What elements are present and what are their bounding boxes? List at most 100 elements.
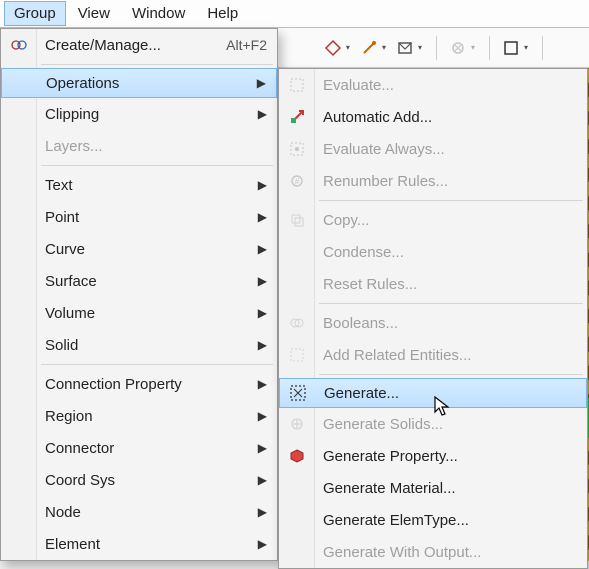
submenu-generate[interactable]: Generate... xyxy=(279,378,587,408)
menu-layers: Layers... xyxy=(1,130,277,162)
menu-group[interactable]: Group xyxy=(4,1,66,26)
chevron-right-icon: ▶ xyxy=(258,107,267,121)
menu-label: Element xyxy=(45,536,250,553)
menu-surface[interactable]: Surface ▶ xyxy=(1,265,277,297)
submenu-generate-elemtype[interactable]: Generate ElemType... xyxy=(279,504,587,536)
menu-create-manage[interactable]: Create/Manage... Alt+F2 xyxy=(1,29,277,61)
operations-submenu-panel: Evaluate... Automatic Add... Evaluate Al… xyxy=(278,68,588,569)
menu-volume[interactable]: Volume ▶ xyxy=(1,297,277,329)
menu-separator xyxy=(319,200,583,201)
submenu-generate-property[interactable]: Generate Property... xyxy=(279,440,587,472)
submenu-generate-material[interactable]: Generate Material... xyxy=(279,472,587,504)
menu-window[interactable]: Window xyxy=(122,1,195,26)
menu-region[interactable]: Region ▶ xyxy=(1,400,277,432)
menu-separator xyxy=(41,64,273,65)
menu-label: Evaluate... xyxy=(323,77,577,94)
chevron-right-icon: ▶ xyxy=(258,409,267,423)
svg-text:#: # xyxy=(295,177,300,186)
menu-separator xyxy=(319,374,583,375)
automatic-add-icon xyxy=(287,107,307,127)
toolbar-icon-1[interactable] xyxy=(322,37,344,59)
menu-text[interactable]: Text ▶ xyxy=(1,169,277,201)
menu-node[interactable]: Node ▶ xyxy=(1,496,277,528)
submenu-condense: Condense... xyxy=(279,236,587,268)
menu-label: Booleans... xyxy=(323,315,577,332)
submenu-automatic-add[interactable]: Automatic Add... xyxy=(279,101,587,133)
menu-coord-sys[interactable]: Coord Sys ▶ xyxy=(1,464,277,496)
menu-point[interactable]: Point ▶ xyxy=(1,201,277,233)
submenu-evaluate: Evaluate... xyxy=(279,69,587,101)
menu-label: Condense... xyxy=(323,244,577,261)
generate-solids-icon xyxy=(287,414,307,434)
evaluate-icon xyxy=(287,75,307,95)
menu-label: Volume xyxy=(45,305,250,322)
menu-label: Solid xyxy=(45,337,250,354)
menu-label: Text xyxy=(45,177,250,194)
submenu-copy: Copy... xyxy=(279,204,587,236)
toolbar-separator xyxy=(436,36,437,60)
toolbar-separator xyxy=(489,36,490,60)
menu-label: Generate... xyxy=(324,385,576,402)
menu-label: Connection Property xyxy=(45,376,250,393)
dropdown-caret-icon[interactable]: ▾ xyxy=(524,43,528,52)
submenu-evaluate-always: Evaluate Always... xyxy=(279,133,587,165)
chevron-right-icon: ▶ xyxy=(258,178,267,192)
add-related-icon xyxy=(287,345,307,365)
menu-label: Generate ElemType... xyxy=(323,512,577,529)
menu-label: Clipping xyxy=(45,106,250,123)
renumber-icon: # xyxy=(287,171,307,191)
menu-solid[interactable]: Solid ▶ xyxy=(1,329,277,361)
submenu-renumber-rules: # Renumber Rules... xyxy=(279,165,587,197)
toolbar-icon-5[interactable] xyxy=(500,37,522,59)
menu-connection-property[interactable]: Connection Property ▶ xyxy=(1,368,277,400)
menu-connector[interactable]: Connector ▶ xyxy=(1,432,277,464)
chevron-right-icon: ▶ xyxy=(258,306,267,320)
menu-separator xyxy=(41,165,273,166)
menu-label: Create/Manage... xyxy=(45,37,226,54)
chevron-right-icon: ▶ xyxy=(258,377,267,391)
menu-element[interactable]: Element ▶ xyxy=(1,528,277,560)
menu-separator xyxy=(319,303,583,304)
menu-view[interactable]: View xyxy=(68,1,120,26)
menu-label: Operations xyxy=(46,75,249,92)
menu-label: Surface xyxy=(45,273,250,290)
menu-help[interactable]: Help xyxy=(197,1,248,26)
dropdown-caret-icon[interactable]: ▾ xyxy=(346,43,350,52)
menu-clipping[interactable]: Clipping ▶ xyxy=(1,98,277,130)
chevron-right-icon: ▶ xyxy=(257,76,266,90)
dropdown-caret-icon[interactable]: ▾ xyxy=(418,43,422,52)
chevron-right-icon: ▶ xyxy=(258,505,267,519)
dropdown-caret-icon[interactable]: ▾ xyxy=(471,43,475,52)
menu-label: Generate With Output... xyxy=(323,544,577,561)
menu-label: Automatic Add... xyxy=(323,109,577,126)
chevron-right-icon: ▶ xyxy=(258,537,267,551)
toolbar-icon-3[interactable] xyxy=(394,37,416,59)
menu-operations[interactable]: Operations ▶ xyxy=(1,68,277,98)
menu-label: Generate Property... xyxy=(323,448,577,465)
toolbar-icon-4[interactable] xyxy=(447,37,469,59)
copy-icon xyxy=(287,210,307,230)
evaluate-always-icon xyxy=(287,139,307,159)
menu-label: Region xyxy=(45,408,250,425)
menu-label: Layers... xyxy=(45,138,267,155)
dropdown-caret-icon[interactable]: ▾ xyxy=(382,43,386,52)
group-menu-panel: Create/Manage... Alt+F2 Operations ▶ Cli… xyxy=(0,28,278,561)
menu-label: Add Related Entities... xyxy=(323,347,577,364)
menu-label: Coord Sys xyxy=(45,472,250,489)
chevron-right-icon: ▶ xyxy=(258,274,267,288)
chevron-right-icon: ▶ xyxy=(258,441,267,455)
submenu-generate-with-output: Generate With Output... xyxy=(279,536,587,568)
menu-label: Copy... xyxy=(323,212,577,229)
toolbar-icon-2[interactable] xyxy=(358,37,380,59)
submenu-generate-solids: Generate Solids... xyxy=(279,408,587,440)
generate-icon xyxy=(288,383,308,403)
chevron-right-icon: ▶ xyxy=(258,338,267,352)
menu-label: Generate Solids... xyxy=(323,416,577,433)
submenu-booleans: Booleans... xyxy=(279,307,587,339)
menu-label: Curve xyxy=(45,241,250,258)
menu-label: Node xyxy=(45,504,250,521)
submenu-reset-rules: Reset Rules... xyxy=(279,268,587,300)
menu-curve[interactable]: Curve ▶ xyxy=(1,233,277,265)
menu-accelerator: Alt+F2 xyxy=(226,37,267,53)
chevron-right-icon: ▶ xyxy=(258,473,267,487)
